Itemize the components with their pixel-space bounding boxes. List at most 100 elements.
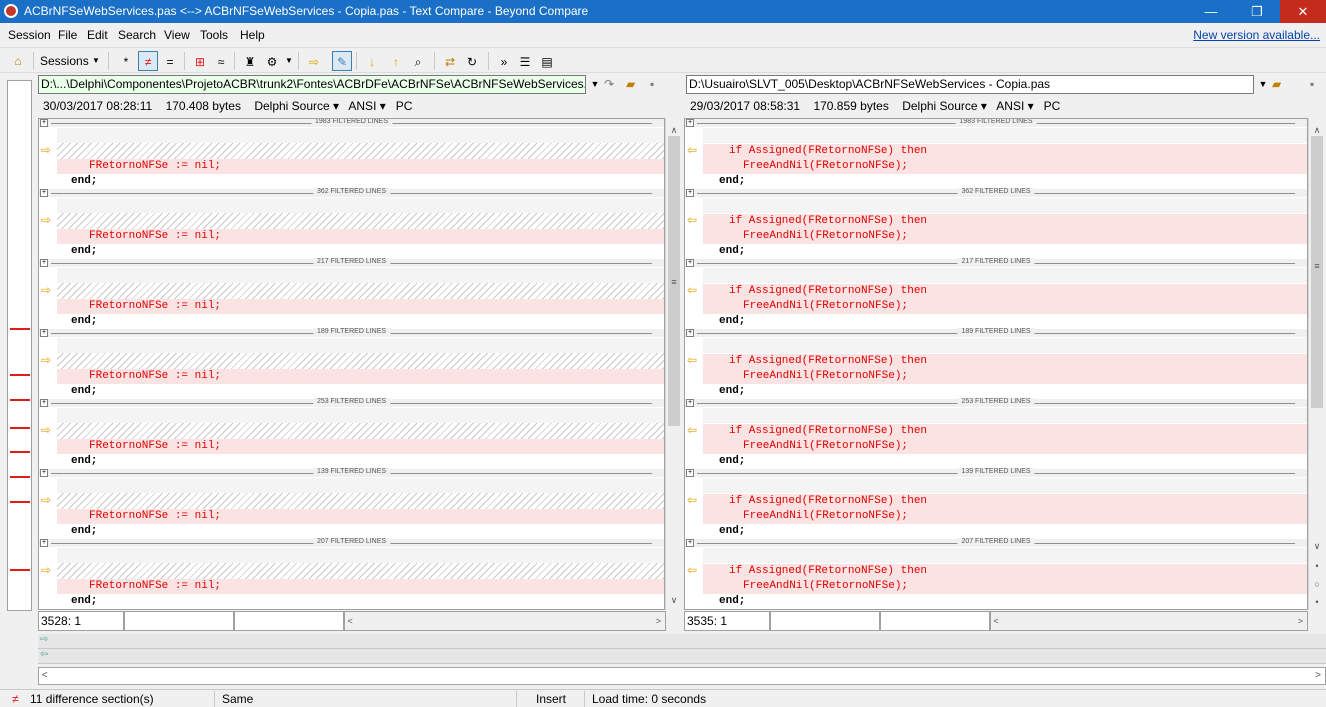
code-line[interactable]: if Assigned(FRetornoNFSe) then	[703, 494, 1307, 509]
new-version-link[interactable]: New version available...	[1193, 28, 1320, 42]
right-vertical-scrollbar[interactable]: ∧ ≡ ∨ • ○ •	[1308, 118, 1326, 610]
code-line[interactable]: end;	[703, 384, 1307, 399]
left-path-dropdown-icon[interactable]: ▼	[588, 76, 602, 93]
edit-icon[interactable]: ✎	[332, 51, 352, 71]
left-open-folder-icon[interactable]: ▰	[626, 76, 635, 93]
code-line[interactable]: end;	[703, 594, 1307, 609]
code-line[interactable]: end;	[703, 174, 1307, 189]
filtered-lines-bar[interactable]: +253 FILTERED LINES	[685, 398, 1307, 407]
copy-right-arrow-icon[interactable]: ⇨	[41, 213, 51, 227]
copy-right-arrow-icon[interactable]: ⇨	[41, 143, 51, 157]
code-line[interactable]: FreeAndNil(FRetornoNFSe);	[703, 579, 1307, 594]
code-line[interactable]: FreeAndNil(FRetornoNFSe);	[703, 299, 1307, 314]
left-history-icon[interactable]: ↷	[604, 76, 614, 93]
code-line[interactable]: if Assigned(FRetornoNFSe) then	[703, 284, 1307, 299]
code-line[interactable]: end;	[703, 244, 1307, 259]
code-line[interactable]: end;	[57, 594, 664, 609]
refresh-icon[interactable]: ↻	[462, 51, 482, 71]
right-path-dropdown-icon[interactable]: ▼	[1256, 76, 1270, 93]
menu-view[interactable]: View	[164, 28, 190, 42]
left-vertical-scrollbar[interactable]: ∧ ≡ ∨	[665, 118, 681, 610]
code-line[interactable]: if Assigned(FRetornoNFSe) then	[703, 424, 1307, 439]
copy-left-arrow-icon[interactable]: ⇦	[687, 283, 697, 297]
filtered-lines-bar[interactable]: +207 FILTERED LINES	[39, 538, 664, 547]
expand-icon[interactable]: +	[40, 189, 48, 197]
code-line[interactable]: FRetornoNFSe := nil;	[57, 509, 664, 524]
expand-icon[interactable]: +	[686, 119, 694, 127]
code-line[interactable]: end;	[57, 174, 664, 189]
sessions-button[interactable]: Sessions	[40, 51, 89, 71]
menu-search[interactable]: Search	[118, 28, 156, 42]
code-line[interactable]: FreeAndNil(FRetornoNFSe);	[703, 369, 1307, 384]
menu-tools[interactable]: Tools	[200, 28, 228, 42]
expand-icon[interactable]: +	[40, 259, 48, 267]
code-line[interactable]: end;	[57, 454, 664, 469]
copy-right-arrow-icon[interactable]: ⇨	[41, 423, 51, 437]
filtered-lines-bar[interactable]: +189 FILTERED LINES	[39, 328, 664, 337]
minor-icon[interactable]: ≈	[211, 51, 231, 71]
code-line[interactable]: end;	[703, 524, 1307, 539]
copy-left-arrow-icon[interactable]: ⇦	[687, 423, 697, 437]
code-line[interactable]: FRetornoNFSe := nil;	[57, 369, 664, 384]
next-diff-small-icon[interactable]: •	[1309, 594, 1325, 610]
expand-icon[interactable]: +	[686, 189, 694, 197]
filtered-lines-bar[interactable]: +189 FILTERED LINES	[685, 328, 1307, 337]
report-icon[interactable]: ▤	[537, 51, 557, 71]
expand-icon[interactable]: +	[686, 329, 694, 337]
filtered-lines-bar[interactable]: +139 FILTERED LINES	[39, 468, 664, 477]
code-line[interactable]: if Assigned(FRetornoNFSe) then	[703, 144, 1307, 159]
code-line[interactable]: FreeAndNil(FRetornoNFSe);	[703, 439, 1307, 454]
context-icon[interactable]: ⊞	[190, 51, 210, 71]
code-line[interactable]: FRetornoNFSe := nil;	[57, 159, 664, 174]
code-line[interactable]: FreeAndNil(FRetornoNFSe);	[703, 159, 1307, 174]
left-lineend[interactable]: PC	[396, 99, 413, 113]
prev-diff-small-icon[interactable]: •	[1309, 558, 1325, 574]
format-dropdown-icon[interactable]: ▼	[284, 51, 294, 71]
details-horizontal-scrollbar[interactable]: < >	[38, 667, 1326, 685]
left-format[interactable]: Delphi Source	[254, 99, 329, 113]
copy-left-arrow-icon[interactable]: ⇦	[687, 563, 697, 577]
code-line[interactable]: if Assigned(FRetornoNFSe) then	[703, 564, 1307, 579]
code-line[interactable]: end;	[57, 384, 664, 399]
copy-left-arrow-icon[interactable]: ⇦	[687, 213, 697, 227]
menu-edit[interactable]: Edit	[87, 28, 108, 42]
right-encoding[interactable]: ANSI	[996, 99, 1024, 113]
code-line[interactable]: end;	[57, 524, 664, 539]
code-line[interactable]: end;	[57, 244, 664, 259]
right-format[interactable]: Delphi Source	[902, 99, 977, 113]
code-line[interactable]: if Assigned(FRetornoNFSe) then	[703, 354, 1307, 369]
code-line[interactable]: end;	[57, 314, 664, 329]
filtered-lines-bar[interactable]: +1983 FILTERED LINES	[39, 119, 664, 127]
left-code-pane[interactable]: +1983 FILTERED LINES ⇨ FRetornoNFSe := nil…	[38, 118, 665, 610]
left-path-input[interactable]: D:\...\Delphi\Componentes\ProjetoACBR\tr…	[38, 75, 586, 94]
code-line[interactable]: end;	[703, 454, 1307, 469]
show-same-icon[interactable]: =	[160, 51, 180, 71]
code-line[interactable]: FRetornoNFSe := nil;	[57, 439, 664, 454]
right-path-input[interactable]: D:\Usuairo\SLVT_005\Desktop\ACBrNFSeWebS…	[686, 75, 1254, 94]
details-icon[interactable]: ☰	[515, 51, 535, 71]
filtered-lines-bar[interactable]: +217 FILTERED LINES	[39, 258, 664, 267]
copy-left-arrow-icon[interactable]: ⇦	[687, 493, 697, 507]
code-line[interactable]: FRetornoNFSe := nil;	[57, 579, 664, 594]
copy-right-arrow-icon[interactable]: ⇨	[41, 563, 51, 577]
expand-icon[interactable]: +	[686, 539, 694, 547]
menu-help[interactable]: Help	[240, 28, 265, 42]
code-line[interactable]: FRetornoNFSe := nil;	[57, 299, 664, 314]
code-line[interactable]: FreeAndNil(FRetornoNFSe);	[703, 229, 1307, 244]
show-differences-icon[interactable]: ≠	[138, 51, 158, 71]
filtered-lines-bar[interactable]: +362 FILTERED LINES	[39, 188, 664, 197]
close-button[interactable]: ✕	[1280, 0, 1326, 23]
expand-icon[interactable]: +	[40, 539, 48, 547]
expand-icon[interactable]: +	[40, 329, 48, 337]
rules-icon[interactable]: ♜	[240, 51, 260, 71]
filtered-lines-bar[interactable]: +217 FILTERED LINES	[685, 258, 1307, 267]
copy-to-right-icon[interactable]: ⇨	[304, 51, 324, 71]
expand-icon[interactable]: +	[40, 469, 48, 477]
code-line[interactable]: if Assigned(FRetornoNFSe) then	[703, 214, 1307, 229]
copy-right-arrow-icon[interactable]: ⇨	[41, 283, 51, 297]
minimize-button[interactable]: —	[1188, 0, 1234, 23]
find-icon[interactable]: ⌕	[408, 51, 428, 71]
code-line[interactable]: end;	[703, 314, 1307, 329]
filtered-lines-bar[interactable]: +253 FILTERED LINES	[39, 398, 664, 407]
right-horizontal-scrollbar[interactable]: < >	[990, 611, 1308, 631]
